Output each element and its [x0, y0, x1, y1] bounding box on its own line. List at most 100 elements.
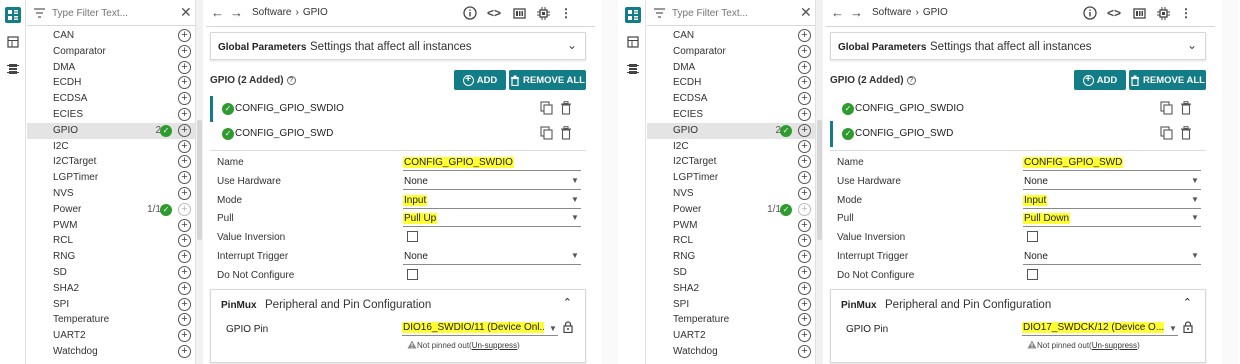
info-icon[interactable] [462, 5, 478, 21]
panel-scrollbar[interactable] [1222, 0, 1238, 364]
help-icon[interactable]: ? [286, 75, 296, 85]
delete-icon[interactable] [1180, 126, 1192, 140]
add-circle-icon[interactable]: + [798, 250, 811, 264]
add-circle-icon[interactable]: + [798, 155, 811, 169]
module-item-dma[interactable]: DMA + [27, 60, 195, 76]
add-circle-icon[interactable]: + [178, 76, 191, 90]
global-parameters-section[interactable]: Global Parameters Settings that affect a… [830, 32, 1206, 60]
module-item-ecdh[interactable]: ECDH + [647, 75, 815, 91]
add-circle-icon[interactable]: + [178, 107, 191, 121]
gpio-pin-select[interactable]: DIO17_SWDCK/12 (Device O... [1022, 322, 1164, 333]
more-icon[interactable]: ⋮ [1178, 5, 1194, 21]
memory-icon[interactable] [511, 5, 527, 21]
add-circle-icon[interactable]: + [178, 218, 191, 232]
module-item-i2c[interactable]: I2C + [27, 139, 195, 155]
copy-icon[interactable] [540, 101, 553, 115]
board-view-icon[interactable] [5, 34, 21, 50]
settings-chip-icon[interactable] [535, 5, 551, 21]
software-view-icon[interactable] [625, 7, 641, 23]
breadcrumb-software[interactable]: Software [872, 7, 911, 18]
dropdown-arrow-icon[interactable]: ▼ [571, 213, 579, 222]
module-item-ecies[interactable]: ECIES + [647, 107, 815, 123]
module-item-pwm[interactable]: PWM + [27, 218, 195, 234]
do-not-configure-checkbox[interactable] [1027, 268, 1038, 280]
module-item-sd[interactable]: SD + [27, 265, 195, 281]
dropdown-arrow-icon[interactable]: ▼ [571, 251, 579, 260]
module-item-gpio[interactable]: GPIO 2 ✓ + [647, 122, 815, 139]
instance-row[interactable]: ✓ CONFIG_GPIO_SWDIO [210, 96, 586, 122]
close-icon[interactable]: ✕ [800, 5, 812, 19]
chevron-down-icon[interactable]: ⌄ [567, 38, 577, 52]
module-item-can[interactable]: CAN + [647, 28, 815, 44]
scrollbar-thumb[interactable] [197, 120, 202, 240]
dropdown-arrow-icon[interactable]: ▼ [1191, 195, 1199, 204]
module-item-watchdog[interactable]: Watchdog + [27, 344, 195, 360]
interrupt-trigger-select[interactable]: None [1023, 251, 1049, 262]
module-item-ecdsa[interactable]: ECDSA + [27, 91, 195, 107]
dropdown-arrow-icon[interactable]: ▼ [1191, 251, 1199, 260]
add-circle-icon[interactable]: + [178, 155, 191, 169]
add-circle-icon[interactable]: + [798, 171, 811, 185]
chip-view-icon[interactable] [5, 61, 21, 77]
back-arrow-icon[interactable]: ← [211, 5, 224, 20]
add-circle-icon[interactable]: + [798, 202, 811, 216]
module-item-dma[interactable]: DMA + [647, 60, 815, 76]
mode-select[interactable]: Input [403, 194, 428, 206]
add-button[interactable]: + ADD [1074, 70, 1126, 90]
add-circle-icon[interactable]: + [178, 313, 191, 327]
add-circle-icon[interactable]: + [798, 107, 811, 121]
module-item-spi[interactable]: SPI + [647, 297, 815, 313]
filter-input[interactable] [52, 5, 172, 21]
add-circle-icon[interactable]: + [178, 202, 191, 216]
add-circle-icon[interactable]: + [178, 44, 191, 58]
more-icon[interactable]: ⋮ [558, 5, 574, 21]
module-item-rng[interactable]: RNG + [647, 249, 815, 265]
module-item-i2ctarget[interactable]: I2CTarget + [647, 154, 815, 170]
add-circle-icon[interactable]: + [798, 297, 811, 311]
add-circle-icon[interactable]: + [178, 250, 191, 264]
add-circle-icon[interactable]: + [178, 60, 191, 74]
module-item-ecies[interactable]: ECIES + [27, 107, 195, 123]
code-icon[interactable]: <> [486, 5, 502, 21]
add-circle-icon[interactable]: + [178, 186, 191, 200]
module-item-power[interactable]: Power 1/1 ✓ + [647, 202, 815, 218]
module-item-nvs[interactable]: NVS + [647, 186, 815, 202]
use-hardware-select[interactable]: None [1023, 176, 1049, 187]
add-circle-icon[interactable]: + [178, 297, 191, 311]
add-circle-icon[interactable]: + [798, 60, 811, 74]
global-parameters-section[interactable]: Global Parameters Settings that affect a… [210, 32, 586, 60]
dropdown-arrow-icon[interactable]: ▼ [1191, 213, 1199, 222]
add-circle-icon[interactable]: + [798, 218, 811, 232]
name-field[interactable]: CONFIG_GPIO_SWDIO [403, 157, 514, 168]
module-item-gpio[interactable]: GPIO 2 ✓ + [27, 122, 195, 139]
add-circle-icon[interactable]: + [178, 265, 191, 279]
help-icon[interactable]: ? [906, 75, 916, 85]
add-circle-icon[interactable]: + [798, 139, 811, 153]
add-button[interactable]: + ADD [454, 70, 506, 90]
lock-icon[interactable] [1183, 321, 1193, 334]
software-view-icon[interactable] [5, 7, 21, 23]
value-inversion-checkbox[interactable] [407, 231, 418, 243]
add-circle-icon[interactable]: + [178, 344, 191, 358]
interrupt-trigger-select[interactable]: None [403, 251, 429, 262]
dropdown-arrow-icon[interactable]: ▼ [571, 195, 579, 204]
module-item-ecdsa[interactable]: ECDSA + [647, 91, 815, 107]
dropdown-arrow-icon[interactable]: ▼ [1169, 324, 1177, 333]
module-item-sd[interactable]: SD + [647, 265, 815, 281]
lock-icon[interactable] [563, 321, 573, 334]
add-circle-icon[interactable]: + [798, 344, 811, 358]
add-circle-icon[interactable]: + [798, 313, 811, 327]
chevron-up-icon[interactable]: ⌃ [1183, 296, 1192, 309]
add-circle-icon[interactable]: + [798, 281, 811, 295]
module-item-rcl[interactable]: RCL + [27, 233, 195, 249]
add-circle-icon[interactable]: + [798, 29, 811, 42]
delete-icon[interactable] [560, 126, 572, 140]
close-icon[interactable]: ✕ [180, 5, 192, 19]
unsuppress-link[interactable]: Un-suppress [472, 341, 517, 350]
chip-view-icon[interactable] [625, 61, 641, 77]
module-item-comparator[interactable]: Comparator + [27, 44, 195, 60]
module-item-sha2[interactable]: SHA2 + [27, 281, 195, 297]
module-item-i2c[interactable]: I2C + [647, 139, 815, 155]
add-circle-icon[interactable]: + [798, 265, 811, 279]
dropdown-arrow-icon[interactable]: ▼ [1191, 176, 1199, 185]
